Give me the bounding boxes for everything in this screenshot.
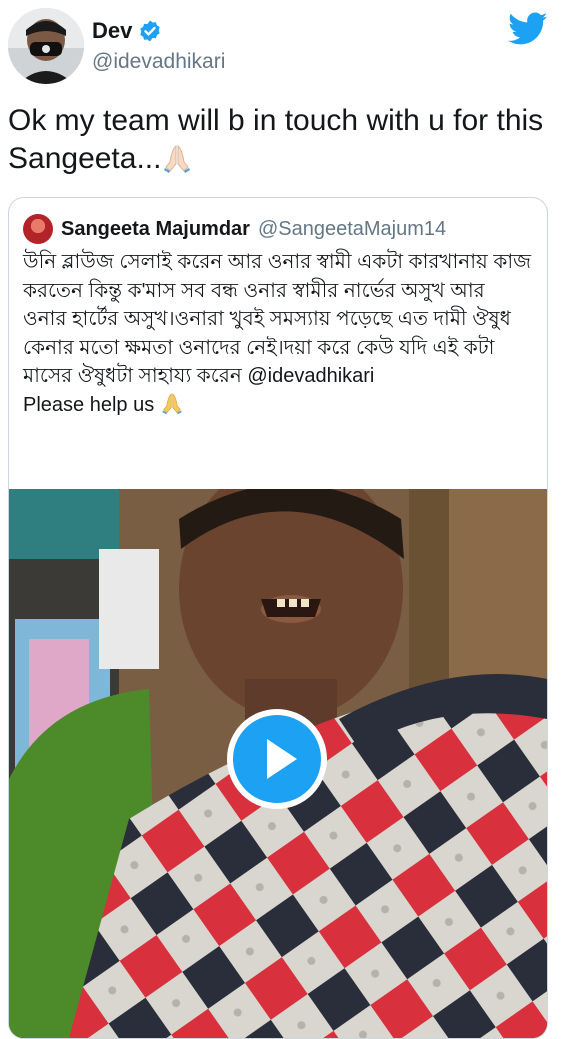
quoted-author-name: Sangeeta Majumdar <box>61 217 250 240</box>
quoted-tweet-card[interactable]: Sangeeta Majumdar @SangeetaMajum14 উনি ব… <box>8 197 548 1039</box>
author-name-row[interactable]: Dev <box>92 18 162 44</box>
quoted-author-avatar <box>23 214 53 244</box>
quoted-tweet-help-text: Please help us <box>23 393 155 416</box>
quoted-tweet-text-line2: Please help us <box>23 391 533 420</box>
play-icon[interactable] <box>225 707 329 811</box>
author-handle[interactable]: @idevadhikari <box>92 50 225 74</box>
quoted-tweet-header: Sangeeta Majumdar @SangeetaMajum14 <box>23 214 446 244</box>
avatar-photo <box>8 8 84 84</box>
folded-hands-emoji <box>164 145 191 173</box>
tweet-text: Ok my team will b in touch with u for th… <box>8 102 548 178</box>
folded-hands-emoji <box>162 392 182 414</box>
video-thumbnail[interactable] <box>9 489 547 1038</box>
twitter-bird-icon <box>508 12 548 45</box>
avatar[interactable] <box>8 8 84 84</box>
tweet-text-content: Ok my team will b in touch with u for th… <box>8 104 544 175</box>
verified-badge-icon <box>140 20 161 42</box>
author-name[interactable]: Dev <box>92 18 132 44</box>
quoted-tweet-body: উনি ব্লাউজ সেলাই করেন আর ওনার স্বামী একট… <box>23 248 533 419</box>
quoted-author-handle: @SangeetaMajum14 <box>257 217 447 240</box>
quoted-tweet-text: উনি ব্লাউজ সেলাই করেন আর ওনার স্বামী একট… <box>23 251 532 387</box>
